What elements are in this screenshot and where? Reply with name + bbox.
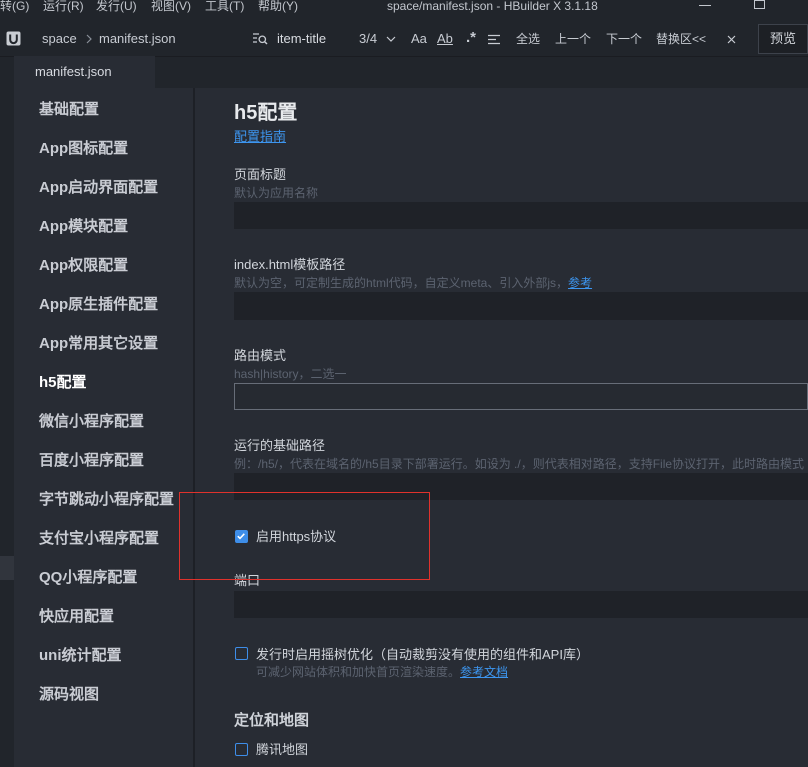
sidebar-list: 基础配置 App图标配置 App启动界面配置 App模块配置 App权限配置 A… [14,90,193,714]
port-input[interactable] [234,591,808,618]
check-icon [237,533,245,540]
find-input[interactable]: item-title [277,31,326,47]
menu-run[interactable]: 运行(R) [43,0,84,13]
sidebar-item-source-view[interactable]: 源码视图 [14,675,193,714]
window-title: space/manifest.json - HBuilder X 3.1.18 [387,0,598,13]
sidebar-item-qq-mp[interactable]: QQ小程序配置 [14,558,193,597]
menu-help[interactable]: 帮助(Y) [258,0,298,13]
find-icon [252,31,268,47]
settings-sidebar: 基础配置 App图标配置 App启动界面配置 App模块配置 App权限配置 A… [14,88,193,767]
menu-goto[interactable]: 转(G) [0,0,29,13]
tencent-map-checkbox[interactable] [235,743,248,756]
sidebar-item-baidu-mp[interactable]: 百度小程序配置 [14,441,193,480]
base-path-label: 运行的基础路径 [234,438,326,453]
tree-shaking-checkbox[interactable] [235,647,248,660]
template-path-input[interactable] [234,292,808,320]
sidebar-item-quickapp[interactable]: 快应用配置 [14,597,193,636]
find-next-button[interactable]: 下一个 [606,31,642,47]
select-all-button[interactable]: 全选 [516,31,540,47]
find-in-selection-icon[interactable] [487,34,501,45]
editor-gutter [0,88,14,767]
minimize-icon[interactable] [699,4,711,7]
breadcrumb-project[interactable]: space [42,31,77,47]
preview-button[interactable]: 预览 [758,24,808,54]
sidebar-item-app-permissions[interactable]: App权限配置 [14,246,193,285]
page-title-hint: 默认为应用名称 [234,186,319,200]
sidebar-item-app-native-plugins[interactable]: App原生插件配置 [14,285,193,324]
tab-manifest-json[interactable]: manifest.json [14,56,155,88]
template-path-hint-text: 默认为空，可定制生成的html代码，自定义meta、引入外部js， [234,276,569,290]
sidebar-item-toutiao-mp[interactable]: 字节跳动小程序配置 [14,480,193,519]
router-mode-input[interactable] [234,383,808,410]
close-icon[interactable] [727,35,736,44]
page-title-input[interactable] [234,202,808,229]
replace-toggle-button[interactable]: 替换区<< [656,31,706,47]
map-section-title: 定位和地图 [234,712,310,729]
base-path-hint: 例：/h5/，代表在域名的/h5目录下部署运行。如设为 ./，则代表相对路径，支… [234,457,805,471]
sidebar-item-h5[interactable]: h5配置 [14,363,193,402]
sidebar-item-app-icon[interactable]: App图标配置 [14,129,193,168]
tencent-map-label[interactable]: 腾讯地图 [256,742,308,758]
port-label: 端口 [234,573,261,588]
sidebar-item-app-modules[interactable]: App模块配置 [14,207,193,246]
config-guide-link[interactable]: 配置指南 [234,129,286,145]
template-path-hint: 默认为空，可定制生成的html代码，自定义meta、引入外部js，参考 [234,276,592,290]
find-previous-button[interactable]: 上一个 [555,31,591,47]
sidebar-item-weixin-mp[interactable]: 微信小程序配置 [14,402,193,441]
regex-toggle[interactable]: .* [466,30,476,46]
menu-publish[interactable]: 发行(U) [96,0,137,13]
sidebar-item-basic[interactable]: 基础配置 [14,90,193,129]
template-path-reference-link[interactable]: 参考 [568,276,592,290]
sidebar-item-app-splash[interactable]: App启动界面配置 [14,168,193,207]
tree-shaking-hint: 可减少网站体积和加快首页渲染速度。参考文档 [256,665,508,679]
chevron-down-icon[interactable] [386,36,396,42]
menu-view[interactable]: 视图(V) [151,0,191,13]
base-path-input[interactable] [234,473,808,500]
whole-word-toggle[interactable]: Ab [437,31,453,47]
gutter-marker [0,556,14,580]
sidebar-item-uni-stat[interactable]: uni统计配置 [14,636,193,675]
sidebar-item-alipay-mp[interactable]: 支付宝小程序配置 [14,519,193,558]
page-title-label: 页面标题 [234,167,287,182]
sidebar-item-app-other-settings[interactable]: App常用其它设置 [14,324,193,363]
page-title: h5配置 [234,102,298,124]
tree-shaking-label[interactable]: 发行时启用摇树优化（自动裁剪没有使用的组件和API库） [256,647,589,663]
find-match-count: 3/4 [359,31,378,46]
router-mode-label: 路由模式 [234,348,287,363]
breadcrumb-file[interactable]: manifest.json [99,31,176,47]
https-checkbox[interactable] [235,530,248,543]
sidebar-divider [193,88,195,767]
match-case-toggle[interactable]: Aa [411,31,427,47]
template-path-label: index.html模板路径 [234,257,346,272]
router-mode-hint: hash|history，二选一 [234,367,347,381]
chevron-right-icon [85,33,93,45]
tree-shaking-docs-link[interactable]: 参考文档 [460,665,508,679]
menu-tools[interactable]: 工具(T) [205,0,244,13]
tree-shaking-hint-text: 可减少网站体积和加快首页渲染速度。 [256,665,461,679]
hbuilder-logo-icon [6,31,21,46]
maximize-icon[interactable] [754,0,765,9]
https-label[interactable]: 启用https协议 [256,529,336,545]
